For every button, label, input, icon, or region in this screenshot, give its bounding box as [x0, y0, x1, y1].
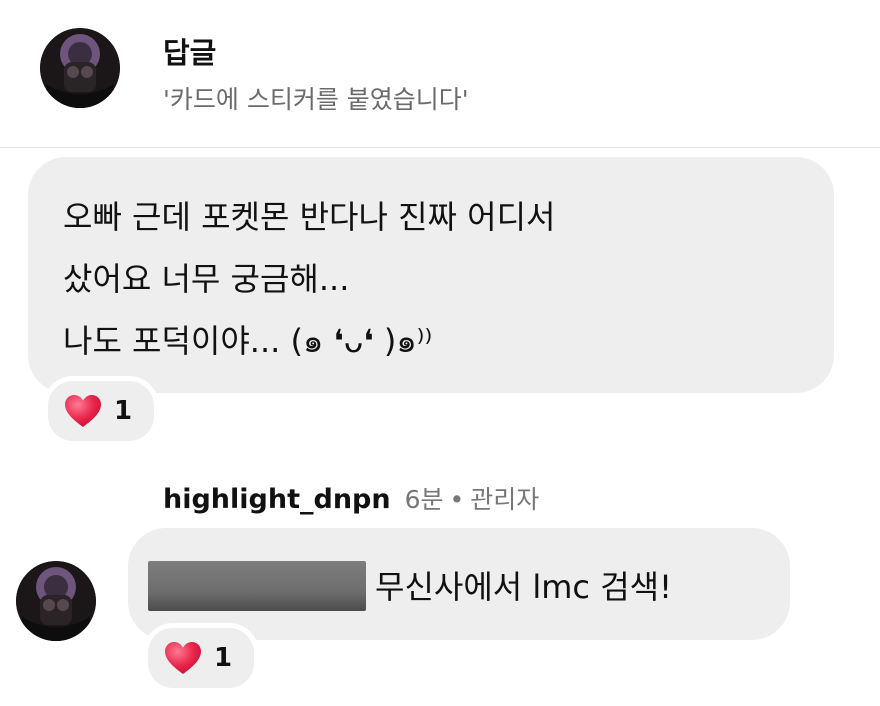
- reply-time: 6분: [404, 485, 444, 514]
- comment-reaction[interactable]: 1: [43, 376, 159, 446]
- reply-username[interactable]: highlight_dnpn: [163, 484, 391, 515]
- comment-line: 나도 포덕이야... (๑ ❛ᴗ❛ )๑⁾⁾: [63, 322, 433, 360]
- comment-text: 오빠 근데 포켓몬 반다나 진짜 어디서샀어요 너무 궁금해... 나도 포덕이야…: [63, 186, 555, 372]
- heart-icon: [165, 642, 201, 674]
- redacted-mention: [148, 561, 366, 611]
- heart-icon: [65, 395, 101, 427]
- reply-text: 무신사에서 lmc 검색!: [375, 568, 672, 606]
- meta-separator: •: [449, 485, 465, 514]
- post-author-avatar[interactable]: [40, 28, 120, 108]
- role-badge: 관리자: [470, 485, 540, 514]
- post-header: 답글 '카드에 스티커를 붙였습니다': [0, 0, 880, 148]
- page-title: 답글: [163, 36, 217, 70]
- avatar-image: [40, 28, 120, 108]
- comment-line: 샀어요 너무 궁금해...: [63, 260, 350, 298]
- reaction-count: 1: [114, 396, 133, 426]
- reply-reaction[interactable]: 1: [143, 623, 259, 693]
- reply-meta: highlight_dnpn 6분 • 관리자: [163, 480, 539, 516]
- header-divider: [0, 147, 880, 148]
- reply-author-avatar[interactable]: [16, 561, 96, 641]
- comment-line: 오빠 근데 포켓몬 반다나 진짜 어디서: [63, 198, 556, 236]
- page-subtitle: '카드에 스티커를 붙였습니다': [163, 85, 469, 114]
- avatar-image: [16, 561, 96, 641]
- reaction-count: 1: [214, 643, 233, 673]
